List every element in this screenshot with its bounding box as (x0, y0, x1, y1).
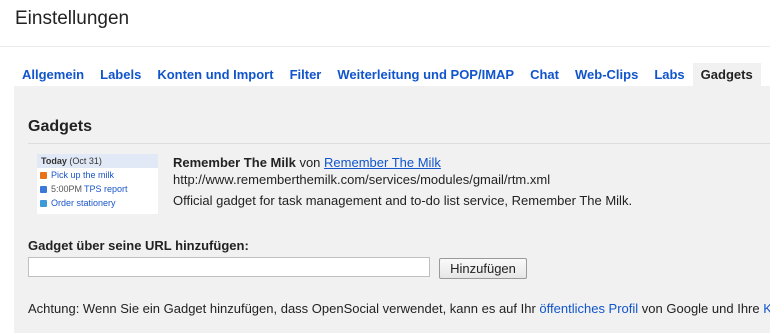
task-label: Pick up the milk (51, 170, 115, 180)
task-time: 5:00PM (51, 184, 83, 194)
task-color-icon (40, 171, 47, 179)
public-profile-link[interactable]: öffentliches Profil (539, 301, 638, 316)
tab-labs[interactable]: Labs (646, 63, 692, 86)
task-label: TPS report (84, 184, 128, 194)
thumbnail-today: Today (41, 156, 67, 166)
notice-text: Achtung: Wenn Sie ein Gadget hinzufügen,… (28, 301, 540, 316)
add-gadget-label: Gadget über seine URL hinzufügen: (28, 238, 249, 253)
gadget-title-line: Remember The Milk von Remember The Milk (173, 155, 441, 170)
task-label: Order stationery (51, 198, 116, 208)
thumbnail-task: 5:00PM TPS report (37, 182, 158, 196)
tab-labels[interactable]: Labels (92, 63, 149, 86)
tab-chat[interactable]: Chat (522, 63, 567, 86)
tab-allgemein[interactable]: Allgemein (14, 63, 92, 86)
gadget-name: Remember The Milk (173, 155, 296, 170)
section-title: Gadgets (28, 118, 93, 135)
add-gadget-button[interactable]: Hinzufügen (439, 258, 527, 279)
gadget-description: Official gadget for task management and … (173, 193, 633, 208)
thumbnail-task: Pick up the milk (37, 168, 158, 182)
thumbnail-header: Today (Oct 31) (37, 154, 158, 168)
tab-weiterleitung-pop-imap[interactable]: Weiterleitung und POP/IMAP (329, 63, 522, 86)
task-color-icon (40, 185, 47, 193)
tab-filter[interactable]: Filter (282, 63, 330, 86)
notice-middle-text: von Google und Ihre (638, 301, 764, 316)
settings-tabs: Allgemein Labels Konten und Import Filte… (14, 63, 761, 86)
header-divider (0, 46, 770, 47)
gadget-thumbnail: Today (Oct 31) Pick up the milk 5:00PM T… (37, 154, 158, 214)
section-divider (28, 143, 770, 144)
gadget-by: von (299, 155, 321, 170)
thumbnail-date: (Oct 31) (69, 156, 102, 166)
thumbnail-task: Order stationery (37, 196, 158, 210)
gadget-author-link[interactable]: Remember The Milk (324, 155, 441, 170)
page-title: Einstellungen (15, 8, 130, 29)
tab-web-clips[interactable]: Web-Clips (567, 63, 646, 86)
gadget-url-input[interactable] (28, 257, 430, 277)
contacts-link[interactable]: Ko (763, 301, 770, 316)
gadget-url: http://www.rememberthemilk.com/services/… (173, 172, 551, 187)
tab-konten-und-import[interactable]: Konten und Import (149, 63, 281, 86)
opensocial-notice: Achtung: Wenn Sie ein Gadget hinzufügen,… (28, 301, 770, 316)
tab-gadgets[interactable]: Gadgets (692, 63, 761, 86)
task-color-icon (40, 199, 47, 207)
